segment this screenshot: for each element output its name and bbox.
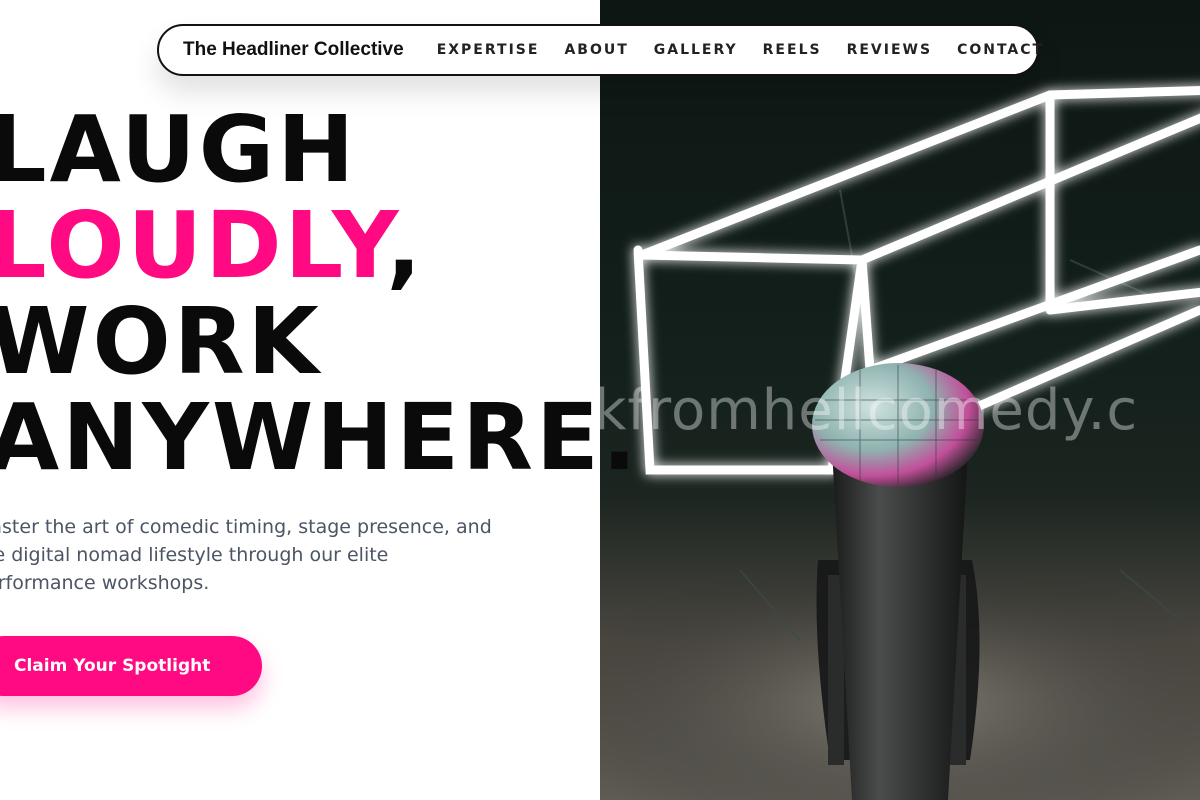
landing-page: kfromhellcomedy.c The Headliner Collecti… xyxy=(0,0,1200,800)
nav-link-contact[interactable]: CONTACT xyxy=(957,42,1044,58)
headline-comma: , xyxy=(386,192,425,299)
headline-line-3: WORK xyxy=(0,288,322,395)
nav-link-reels[interactable]: REELS xyxy=(763,42,822,58)
headline-accent-word: LOUDLY xyxy=(0,192,387,299)
top-nav: The Headliner Collective EXPERTISE ABOUT… xyxy=(157,24,1042,76)
hero-headline: LAUGH LOUDLY, WORK ANYWHERE. xyxy=(0,102,640,486)
headline-line-4: ANYWHERE. xyxy=(0,384,640,491)
nav-link-gallery[interactable]: GALLERY xyxy=(654,42,738,58)
brand-logo-text[interactable]: The Headliner Collective xyxy=(183,39,404,61)
hero-subcopy: Master the art of comedic timing, stage … xyxy=(0,516,492,594)
nav-link-about[interactable]: ABOUT xyxy=(564,42,628,58)
hero-photo: kfromhellcomedy.c xyxy=(600,0,1200,800)
headline-line-1: LAUGH xyxy=(0,96,358,203)
headline-line-2: LOUDLY, xyxy=(0,198,640,294)
claim-spotlight-button[interactable]: Claim Your Spotlight xyxy=(0,636,262,696)
nav-link-expertise[interactable]: EXPERTISE xyxy=(437,42,540,58)
nav-links: EXPERTISE ABOUT GALLERY REELS REVIEWS CO… xyxy=(437,42,1044,58)
photo-watermark: kfromhellcomedy.c xyxy=(600,378,1139,443)
nav-link-reviews[interactable]: REVIEWS xyxy=(847,42,932,58)
